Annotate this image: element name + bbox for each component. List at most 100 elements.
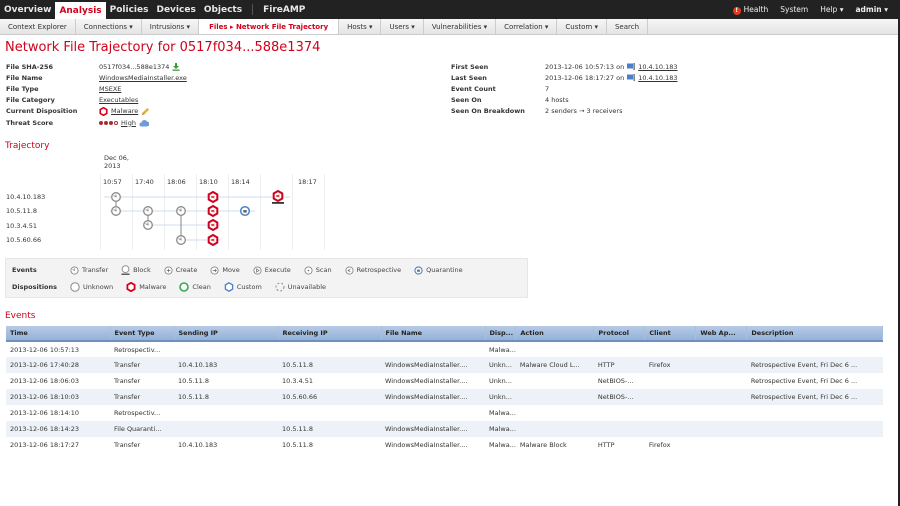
column-header-time[interactable]: Time	[6, 326, 111, 342]
cell-client	[644, 421, 696, 437]
subnav-users[interactable]: Users ▾	[381, 19, 424, 34]
retrospective-malware-icon[interactable]	[207, 205, 219, 217]
transfer-event-icon[interactable]	[143, 206, 153, 216]
last-seen-host-link[interactable]: 10.4.10.183	[638, 74, 677, 82]
cell-receiving-ip: 10.5.60.66	[278, 389, 381, 405]
tab-analysis[interactable]: Analysis	[55, 2, 106, 19]
cell-client: Firefox	[648, 441, 671, 449]
seen-on-value: 4 hosts	[545, 96, 569, 105]
edit-pencil-icon[interactable]	[141, 107, 150, 116]
nav-divider	[252, 4, 254, 15]
transfer-event-icon[interactable]	[176, 206, 186, 216]
column-header-client[interactable]: Client	[644, 326, 697, 342]
column-header-web-app[interactable]: Web Ap...	[695, 326, 748, 342]
events-legend-label: Events	[12, 266, 37, 274]
cell-file-name: WindowsMediaInstaller....	[385, 377, 468, 385]
cell-time: 2013-12-06 18:10:03	[6, 389, 110, 405]
health-link[interactable]: ! Health	[732, 5, 768, 15]
table-row[interactable]: 2013-12-06 18:14:23 File Quaranti... 10.5.…	[6, 421, 883, 437]
event-count-label: Event Count	[451, 84, 496, 93]
cell-description: Retrospective Event, Fri Dec 6 ...	[750, 377, 858, 385]
tab-policies[interactable]: Policies	[106, 0, 153, 19]
subnav-intrusions[interactable]: Intrusions ▾	[142, 19, 200, 34]
block-icon	[121, 265, 130, 275]
transfer-event-icon[interactable]	[111, 206, 121, 216]
column-header-event-type[interactable]: Event Type	[110, 326, 175, 342]
cell-action	[516, 373, 594, 389]
legend-label: Quarantine	[426, 266, 463, 274]
subnav-custom[interactable]: Custom ▾	[557, 19, 607, 34]
subnav-context-explorer[interactable]: Context Explorer	[0, 19, 76, 34]
table-header-row: Time Event Type Sending IP Receiving IP …	[6, 326, 883, 342]
create-icon	[164, 265, 173, 275]
legend-label: Custom	[236, 283, 262, 291]
file-name-label: File Name	[6, 73, 43, 82]
file-name-link[interactable]: WindowsMediaInstaller.exe	[99, 74, 187, 82]
cloud-lookup-icon[interactable]	[139, 119, 149, 127]
retrospective-malware-icon[interactable]	[207, 191, 219, 203]
subnav-hosts[interactable]: Hosts ▾	[339, 19, 382, 34]
transfer-event-icon[interactable]	[143, 220, 153, 230]
first-seen-host-link[interactable]: 10.4.10.183	[638, 63, 677, 71]
retrospective-malware-icon[interactable]	[207, 219, 219, 231]
retrospective-malware-icon[interactable]	[207, 234, 219, 246]
column-header-action[interactable]: Action	[515, 326, 595, 342]
legend-custom: Custom	[224, 282, 262, 292]
host-icon	[627, 63, 636, 71]
subnav-correlation[interactable]: Correlation ▾	[496, 19, 558, 34]
breakdown-label: Seen On Breakdown	[451, 107, 525, 116]
cell-web-app	[696, 373, 747, 389]
threat-score-link[interactable]: High	[121, 119, 136, 127]
cell-time: 2013-12-06 18:14:23	[6, 421, 110, 437]
table-row[interactable]: 2013-12-06 17:40:28 Transfer 10.4.10.183 10…	[6, 357, 883, 373]
quarantine-icon	[414, 265, 423, 275]
disposition-link[interactable]: Malware	[111, 107, 138, 115]
column-header-sending-ip[interactable]: Sending IP	[174, 326, 279, 342]
subnav-connections[interactable]: Connections ▾	[76, 19, 142, 34]
column-header-protocol[interactable]: Protocol	[593, 326, 646, 342]
column-header-file-name[interactable]: File Name	[381, 326, 486, 342]
tab-fireamp[interactable]: FireAMP	[259, 0, 309, 19]
tab-devices[interactable]: Devices	[152, 0, 199, 19]
cell-event-type: Retrospectiv...	[114, 409, 161, 417]
cell-web-app	[696, 437, 747, 453]
trajectory-map: Dec 06, 2013 10:57 17:40 18:06 18:10 18:1…	[0, 152, 330, 252]
column-header-receiving-ip[interactable]: Receiving IP	[278, 326, 382, 342]
file-category-link[interactable]: Executables	[99, 96, 138, 104]
cell-description: Retrospective Event, Fri Dec 6 ...	[746, 389, 883, 405]
trajectory-legend: Events Transfer Block Create Move Execut…	[5, 258, 528, 298]
transfer-event-icon[interactable]	[111, 192, 121, 202]
cell-sending-ip: 10.4.10.183	[178, 441, 218, 449]
cell-web-app	[696, 341, 747, 357]
legend-unavailable: Unavailable	[275, 282, 326, 292]
quarantine-event-icon[interactable]	[239, 205, 251, 217]
user-menu[interactable]: admin ▾	[855, 5, 888, 14]
cell-file-name	[381, 405, 485, 421]
column-header-description[interactable]: Description	[746, 326, 883, 342]
help-menu[interactable]: Help ▾	[820, 5, 843, 14]
block-malware-icon[interactable]	[272, 190, 284, 204]
table-row[interactable]: 2013-12-06 18:14:10 Retrospectiv... Malwa.…	[6, 405, 883, 421]
breakdown-value: 2 senders → 3 receivers	[545, 107, 623, 116]
subnav-search[interactable]: Search	[607, 19, 649, 34]
file-type-label: File Type	[6, 84, 39, 93]
trajectory-graph	[104, 190, 290, 246]
cell-file-name	[381, 341, 485, 357]
tab-overview[interactable]: Overview	[0, 0, 55, 19]
subnav-vulnerabilities[interactable]: Vulnerabilities ▾	[424, 19, 497, 34]
table-row[interactable]: 2013-12-06 18:17:27 Transfer 10.4.10.183 10…	[6, 437, 883, 453]
file-type-link[interactable]: MSEXE	[99, 85, 121, 93]
transfer-event-icon[interactable]	[176, 235, 186, 245]
column-header-disposition[interactable]: Disp...	[485, 326, 517, 342]
table-row[interactable]: 2013-12-06 18:10:03 Transfer 10.5.11.8 10.5…	[6, 389, 883, 405]
tab-objects[interactable]: Objects	[200, 0, 246, 19]
table-row[interactable]: 2013-12-06 10:57:13 Retrospectiv... Malwa.…	[6, 341, 883, 357]
table-row[interactable]: 2013-12-06 18:06:03 Transfer 10.5.11.8 10.3…	[6, 373, 883, 389]
seen-info: First Seen 2013-12-06 10:57:13 on 10.4.1…	[451, 61, 678, 117]
cell-time: 2013-12-06 17:40:28	[6, 357, 110, 373]
subnav-files-trajectory[interactable]: Files ▸ Network File Trajectory	[199, 19, 340, 34]
download-icon[interactable]	[172, 62, 180, 71]
system-menu[interactable]: System	[780, 5, 808, 14]
cell-file-name: WindowsMediaInstaller....	[385, 441, 468, 449]
legend-block: Block	[121, 265, 151, 275]
